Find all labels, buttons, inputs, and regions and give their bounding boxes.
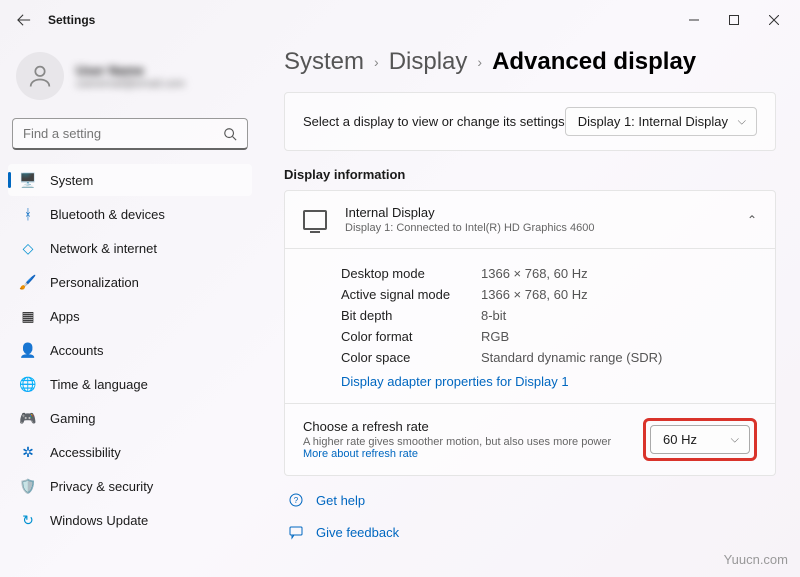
sidebar-item-label: Bluetooth & devices bbox=[50, 207, 165, 222]
give-feedback-link[interactable]: Give feedback bbox=[316, 525, 399, 540]
sidebar-item-update[interactable]: ↻ Windows Update bbox=[8, 504, 252, 536]
refresh-description: A higher rate gives smoother motion, but… bbox=[303, 436, 627, 460]
sidebar-item-system[interactable]: 🖥️ System bbox=[8, 164, 252, 196]
monitor-icon bbox=[303, 210, 327, 230]
get-help-link[interactable]: Get help bbox=[316, 493, 365, 508]
search-box[interactable] bbox=[12, 118, 248, 150]
titlebar: Settings bbox=[0, 0, 800, 40]
accessibility-icon: ✲ bbox=[20, 444, 36, 460]
select-display-label: Select a display to view or change its s… bbox=[303, 114, 565, 129]
info-row: Bit depth8-bit bbox=[341, 305, 757, 326]
sidebar-item-privacy[interactable]: 🛡️ Privacy & security bbox=[8, 470, 252, 502]
system-icon: 🖥️ bbox=[20, 172, 36, 188]
sidebar-item-network[interactable]: ◇ Network & internet bbox=[8, 232, 252, 264]
profile-name: User Name bbox=[76, 63, 185, 78]
help-icon: ? bbox=[288, 492, 304, 508]
display-dropdown[interactable]: Display 1: Internal Display bbox=[565, 107, 757, 136]
sidebar-item-accounts[interactable]: 👤 Accounts bbox=[8, 334, 252, 366]
sidebar-item-label: Personalization bbox=[50, 275, 139, 290]
refresh-title: Choose a refresh rate bbox=[303, 419, 627, 434]
window-controls bbox=[676, 6, 792, 34]
feedback-icon bbox=[288, 524, 304, 540]
section-heading: Display information bbox=[284, 167, 776, 182]
sidebar-item-label: Accessibility bbox=[50, 445, 121, 460]
display-info-header[interactable]: Internal Display Display 1: Connected to… bbox=[284, 190, 776, 249]
maximize-icon bbox=[729, 15, 739, 25]
maximize-button[interactable] bbox=[716, 6, 752, 34]
svg-text:?: ? bbox=[294, 496, 299, 505]
shield-icon: 🛡️ bbox=[20, 478, 36, 494]
page-title: Advanced display bbox=[492, 48, 696, 76]
sidebar-item-label: Time & language bbox=[50, 377, 148, 392]
more-refresh-link[interactable]: More about refresh rate bbox=[303, 448, 418, 460]
breadcrumb: System › Display › Advanced display bbox=[284, 48, 776, 76]
sidebar-item-label: Accounts bbox=[50, 343, 103, 358]
sidebar-item-bluetooth[interactable]: ᚼ Bluetooth & devices bbox=[8, 198, 252, 230]
give-feedback-row[interactable]: Give feedback bbox=[284, 524, 776, 540]
arrow-left-icon bbox=[17, 13, 31, 27]
search-icon bbox=[223, 127, 237, 141]
main-content: System › Display › Advanced display Sele… bbox=[260, 40, 800, 577]
close-button[interactable] bbox=[756, 6, 792, 34]
sidebar-item-label: Windows Update bbox=[50, 513, 148, 528]
minimize-icon bbox=[689, 15, 699, 25]
chevron-right-icon: › bbox=[374, 54, 379, 70]
profile-email: useremail@email.com bbox=[76, 78, 185, 90]
refresh-highlight: 60 Hz bbox=[643, 418, 757, 461]
sidebar-item-apps[interactable]: ▦ Apps bbox=[8, 300, 252, 332]
person-icon bbox=[26, 62, 54, 90]
sidebar-item-label: System bbox=[50, 173, 93, 188]
minimize-button[interactable] bbox=[676, 6, 712, 34]
back-button[interactable] bbox=[8, 4, 40, 36]
info-row: Desktop mode1366 × 768, 60 Hz bbox=[341, 263, 757, 284]
search-input[interactable] bbox=[23, 126, 223, 141]
apps-icon: ▦ bbox=[20, 308, 36, 324]
sidebar-item-label: Network & internet bbox=[50, 241, 157, 256]
profile-text: User Name useremail@email.com bbox=[76, 63, 185, 90]
update-icon: ↻ bbox=[20, 512, 36, 528]
display-info-details: Desktop mode1366 × 768, 60 Hz Active sig… bbox=[284, 249, 776, 404]
bluetooth-icon: ᚼ bbox=[20, 206, 36, 222]
sidebar-item-time[interactable]: 🌐 Time & language bbox=[8, 368, 252, 400]
watermark: Yuucn.com bbox=[724, 552, 788, 567]
sidebar-item-label: Privacy & security bbox=[50, 479, 153, 494]
refresh-rate-card: Choose a refresh rate A higher rate give… bbox=[284, 404, 776, 476]
display-connection: Display 1: Connected to Intel(R) HD Grap… bbox=[345, 222, 594, 234]
brush-icon: 🖌️ bbox=[20, 274, 36, 290]
info-row: Active signal mode1366 × 768, 60 Hz bbox=[341, 284, 757, 305]
breadcrumb-system[interactable]: System bbox=[284, 48, 364, 76]
sidebar-item-label: Apps bbox=[50, 309, 80, 324]
window-title: Settings bbox=[48, 13, 95, 27]
sidebar-item-gaming[interactable]: 🎮 Gaming bbox=[8, 402, 252, 434]
chevron-right-icon: › bbox=[477, 54, 482, 70]
clock-icon: 🌐 bbox=[20, 376, 36, 392]
display-name: Internal Display bbox=[345, 205, 594, 220]
wifi-icon: ◇ bbox=[20, 240, 36, 256]
chevron-up-icon: ⌃ bbox=[747, 213, 757, 227]
sidebar-item-personalization[interactable]: 🖌️ Personalization bbox=[8, 266, 252, 298]
info-row: Color formatRGB bbox=[341, 326, 757, 347]
sidebar-item-accessibility[interactable]: ✲ Accessibility bbox=[8, 436, 252, 468]
avatar bbox=[16, 52, 64, 100]
refresh-rate-dropdown[interactable]: 60 Hz bbox=[650, 425, 750, 454]
close-icon bbox=[769, 15, 779, 25]
info-row: Color spaceStandard dynamic range (SDR) bbox=[341, 347, 757, 368]
sidebar: User Name useremail@email.com 🖥️ System ᚼ… bbox=[0, 40, 260, 577]
gaming-icon: 🎮 bbox=[20, 410, 36, 426]
select-display-card: Select a display to view or change its s… bbox=[284, 92, 776, 151]
breadcrumb-display[interactable]: Display bbox=[389, 48, 468, 76]
get-help-row[interactable]: ? Get help bbox=[284, 492, 776, 508]
adapter-properties-link[interactable]: Display adapter properties for Display 1 bbox=[341, 368, 757, 389]
accounts-icon: 👤 bbox=[20, 342, 36, 358]
sidebar-item-label: Gaming bbox=[50, 411, 96, 426]
profile-section[interactable]: User Name useremail@email.com bbox=[8, 48, 252, 112]
